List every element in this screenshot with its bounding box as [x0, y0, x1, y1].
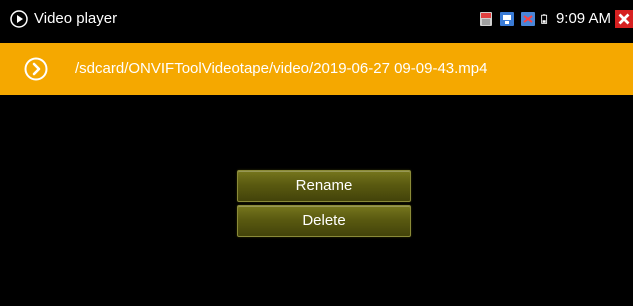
battery-icon	[541, 14, 548, 24]
network-icon	[499, 12, 514, 26]
status-icons: 9:09 AM	[478, 9, 633, 29]
sd-card-icon	[479, 12, 492, 26]
app-title: Video player	[34, 10, 118, 27]
rename-button[interactable]: Rename	[237, 170, 411, 202]
video-player-screen: Video player 9:09 AM /sdcard/ONVIFToolVi…	[0, 0, 633, 306]
delete-button[interactable]: Delete	[237, 205, 411, 237]
file-path-bar: /sdcard/ONVIFToolVideotape/video/2019-06…	[0, 43, 633, 95]
file-path: /sdcard/ONVIFToolVideotape/video/2019-06…	[75, 60, 488, 77]
play-circle-icon	[10, 10, 28, 28]
clock: 9:09 AM	[555, 10, 611, 27]
status-bar: Video player 9:09 AM	[0, 0, 633, 38]
wifi-disabled-icon	[520, 12, 535, 26]
file-context-menu: Rename Delete	[237, 170, 411, 240]
play-circle-icon[interactable]	[24, 57, 48, 81]
close-icon[interactable]	[615, 10, 633, 28]
